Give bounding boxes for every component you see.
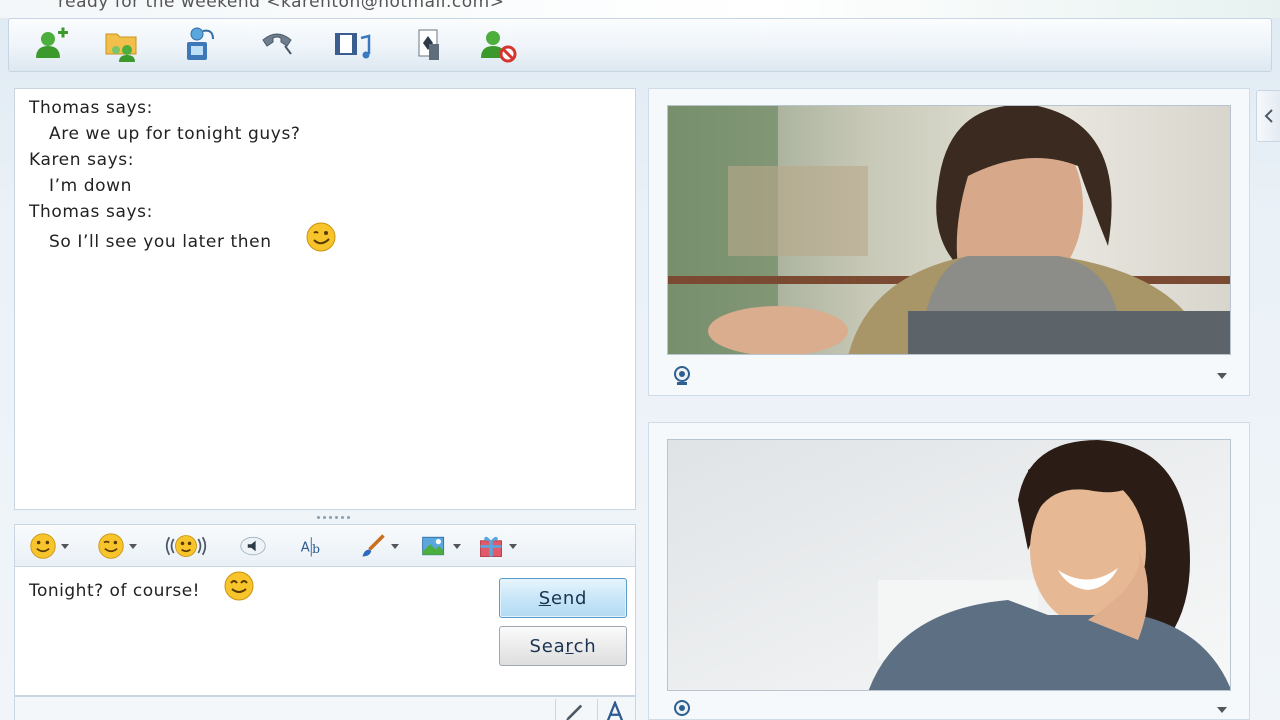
voice-clip-button[interactable] [237, 530, 269, 562]
self-video-image [668, 440, 1230, 690]
speaker-line: Karen says: [29, 150, 135, 170]
svg-text:A: A [301, 540, 310, 555]
nudge-icon [165, 535, 207, 557]
emoticons-button[interactable] [29, 530, 69, 562]
chat-history-pane[interactable]: Thomas says: Are we up for tonight guys?… [14, 88, 636, 510]
chevron-down-icon [129, 543, 137, 549]
ink-button[interactable] [359, 530, 399, 562]
contact-video-panel [648, 88, 1250, 396]
chevron-down-icon [453, 543, 461, 549]
contact-status-line: ready for the weekend <karenton@hotmail.… [58, 0, 505, 12]
search-label-prefix: Sea [529, 635, 566, 657]
contact-video-feed [667, 105, 1231, 355]
compose-value: Tonight? of course! [29, 581, 200, 601]
compose-mode-strip [14, 696, 636, 720]
block-contact-icon [481, 31, 517, 63]
games-card-icon [418, 29, 439, 60]
chevron-left-icon [1264, 109, 1273, 123]
nudge-button[interactable] [161, 530, 211, 562]
gift-icon [480, 536, 502, 557]
speaker-line: Thomas says: [29, 202, 153, 222]
font-button[interactable]: A b [297, 530, 329, 562]
message-text: I’m down [49, 176, 133, 196]
gift-button[interactable] [477, 530, 517, 562]
send-files-button[interactable] [101, 25, 145, 65]
chevron-down-icon [391, 543, 399, 549]
search-button[interactable]: Sea r ch [499, 626, 627, 666]
add-contact-icon [36, 27, 68, 58]
brush-icon [362, 534, 385, 557]
chevron-down-icon[interactable] [1217, 707, 1227, 713]
compose-text: Tonight? of course! [29, 581, 200, 601]
svg-text:b: b [312, 542, 320, 556]
video-call-button[interactable] [177, 25, 221, 65]
send-label-rest: end [550, 587, 588, 609]
text-mode-icon [606, 701, 623, 720]
activities-button[interactable] [331, 25, 375, 65]
handwriting-mode-button[interactable] [555, 699, 589, 720]
webcam-icon[interactable] [671, 699, 693, 720]
smiley-icon [30, 533, 56, 559]
games-button[interactable] [407, 25, 451, 65]
font-style-icon: A b [301, 537, 320, 557]
title-strip: ready for the weekend <karenton@hotmail.… [0, 0, 1280, 18]
text-mode-button[interactable] [597, 699, 631, 720]
chevron-down-icon [61, 543, 69, 549]
call-button[interactable] [255, 25, 299, 65]
self-video-panel [648, 422, 1250, 720]
smile-emoticon-icon [224, 571, 254, 601]
resize-grip[interactable] [312, 516, 354, 520]
shared-folder-icon [105, 33, 137, 62]
speaker-icon [240, 536, 266, 556]
search-label-accesskey: r [565, 635, 574, 657]
phone-icon [262, 33, 292, 55]
chevron-down-icon [509, 543, 517, 549]
webcam-icon[interactable] [671, 365, 693, 387]
video-call-icon [187, 27, 214, 60]
background-image-icon [422, 536, 445, 556]
pen-icon [565, 704, 582, 720]
collapse-side-panel-button[interactable] [1256, 90, 1280, 142]
search-label-rest: ch [573, 635, 597, 657]
block-button[interactable] [477, 25, 521, 65]
wink-icon [98, 533, 124, 559]
formatting-toolbar: A b [14, 524, 636, 566]
chevron-down-icon[interactable] [1217, 373, 1227, 379]
wink-emoticon-icon [306, 222, 336, 252]
message-text: Are we up for tonight guys? [49, 124, 301, 144]
send-button[interactable]: Send [499, 578, 627, 618]
message-text: So I’ll see you later then [49, 232, 272, 252]
conversation-toolbar [8, 18, 1272, 72]
send-label-accesskey: S [538, 587, 551, 609]
background-button[interactable] [419, 530, 461, 562]
contact-video-image [668, 106, 1230, 354]
self-video-feed [667, 439, 1231, 691]
add-contact-button[interactable] [29, 25, 73, 65]
winks-button[interactable] [97, 530, 137, 562]
media-music-icon [335, 33, 371, 59]
speaker-line: Thomas says: [29, 98, 153, 118]
